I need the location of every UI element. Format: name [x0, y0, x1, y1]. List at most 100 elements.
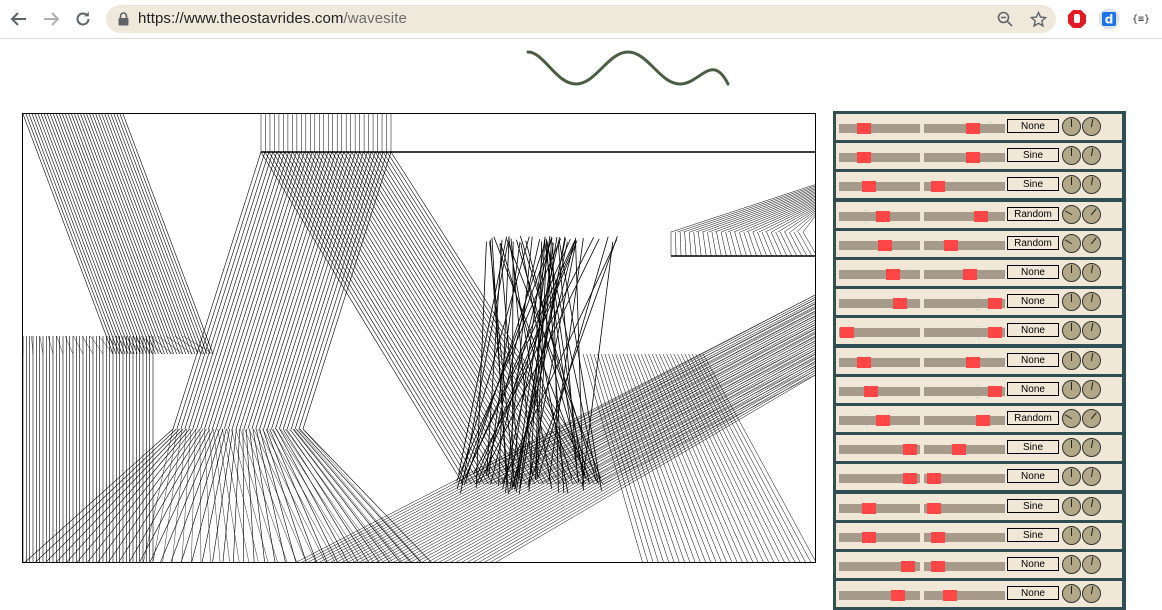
slider-thumb[interactable] [966, 152, 980, 164]
slider-thumb[interactable] [976, 415, 990, 426]
slider-amplitude[interactable] [839, 327, 920, 339]
knob-phase-icon[interactable] [1082, 233, 1101, 253]
knob-phase-icon[interactable] [1082, 350, 1101, 370]
knob-speed-icon[interactable] [1062, 175, 1081, 195]
knob-speed-icon[interactable] [1062, 146, 1081, 166]
dashlane-d-icon[interactable]: d [1098, 8, 1120, 30]
slider-thumb[interactable] [891, 590, 905, 602]
slider-amplitude[interactable] [839, 181, 920, 193]
slider-amplitude[interactable] [839, 473, 920, 485]
wave-type-button[interactable]: Random [1007, 411, 1059, 425]
knob-phase-icon[interactable] [1082, 379, 1101, 399]
slider-thumb[interactable] [931, 531, 945, 543]
slider-thumb[interactable] [862, 181, 876, 193]
slider-amplitude[interactable] [839, 415, 920, 426]
zoom-out-icon[interactable] [995, 9, 1015, 29]
wave-type-button[interactable]: None [1007, 586, 1059, 601]
slider-amplitude[interactable] [839, 239, 920, 251]
url-text[interactable]: https://www.theostavrides.com/wavesite [138, 10, 407, 27]
address-bar[interactable]: https://www.theostavrides.com/wavesite [106, 5, 1056, 33]
slider-amplitude[interactable] [839, 210, 920, 222]
slider-frequency[interactable] [924, 561, 1005, 572]
knob-speed-icon[interactable] [1062, 496, 1081, 516]
wave-type-button[interactable]: Sine [1007, 177, 1059, 192]
adblock-hand-icon[interactable] [1066, 8, 1088, 30]
knob-phase-icon[interactable] [1082, 117, 1101, 136]
wave-type-button[interactable]: None [1007, 294, 1059, 309]
back-arrow-icon[interactable] [8, 8, 30, 30]
slider-thumb[interactable] [864, 385, 878, 397]
knob-phase-icon[interactable] [1082, 525, 1101, 545]
slider-thumb[interactable] [893, 298, 907, 310]
wave-type-button[interactable]: None [1007, 323, 1059, 338]
slider-thumb[interactable] [974, 210, 988, 222]
wave-type-button[interactable]: None [1007, 381, 1059, 396]
slider-frequency[interactable] [924, 502, 1005, 514]
knob-speed-icon[interactable] [1062, 379, 1081, 399]
knob-speed-icon[interactable] [1062, 438, 1081, 458]
knob-phase-icon[interactable] [1082, 263, 1101, 282]
knob-phase-icon[interactable] [1082, 204, 1101, 224]
reload-icon[interactable] [72, 8, 94, 30]
slider-thumb[interactable] [931, 561, 945, 572]
slider-frequency[interactable] [924, 531, 1005, 543]
slider-amplitude[interactable] [839, 123, 920, 134]
slider-thumb[interactable] [857, 123, 871, 134]
slider-frequency[interactable] [924, 385, 1005, 397]
slider-frequency[interactable] [924, 210, 1005, 222]
slider-amplitude[interactable] [839, 561, 920, 572]
knob-speed-icon[interactable] [1062, 409, 1081, 428]
slider-frequency[interactable] [924, 444, 1005, 456]
wave-type-button[interactable]: None [1007, 557, 1059, 571]
slider-thumb[interactable] [862, 502, 876, 514]
json-viewer-icon[interactable]: {≡} [1130, 8, 1152, 30]
slider-thumb[interactable] [857, 356, 871, 368]
knob-phase-icon[interactable] [1082, 409, 1101, 428]
wave-type-button[interactable]: Sine [1007, 498, 1059, 513]
knob-phase-icon[interactable] [1082, 555, 1101, 574]
slider-thumb[interactable] [966, 123, 980, 134]
slider-amplitude[interactable] [839, 531, 920, 543]
slider-frequency[interactable] [924, 123, 1005, 134]
slider-thumb[interactable] [988, 298, 1002, 310]
slider-amplitude[interactable] [839, 269, 920, 280]
slider-frequency[interactable] [924, 327, 1005, 339]
wave-type-button[interactable]: Sine [1007, 440, 1059, 455]
slider-thumb[interactable] [931, 181, 945, 193]
knob-phase-icon[interactable] [1082, 438, 1101, 458]
slider-frequency[interactable] [924, 356, 1005, 368]
knob-phase-icon[interactable] [1082, 496, 1101, 516]
slider-thumb[interactable] [944, 239, 958, 251]
slider-amplitude[interactable] [839, 444, 920, 456]
slider-frequency[interactable] [924, 473, 1005, 485]
forward-arrow-icon[interactable] [40, 8, 62, 30]
slider-thumb[interactable] [903, 473, 917, 485]
slider-thumb[interactable] [988, 327, 1002, 339]
wave-type-button[interactable]: None [1007, 265, 1059, 279]
slider-thumb[interactable] [927, 473, 941, 485]
knob-phase-icon[interactable] [1082, 467, 1101, 487]
slider-frequency[interactable] [924, 298, 1005, 310]
wave-drawing-canvas[interactable] [22, 113, 816, 563]
slider-thumb[interactable] [952, 444, 966, 456]
wave-type-button[interactable]: None [1007, 352, 1059, 367]
wave-type-button[interactable]: Random [1007, 235, 1059, 250]
slider-amplitude[interactable] [839, 502, 920, 514]
knob-phase-icon[interactable] [1082, 146, 1101, 166]
slider-thumb[interactable] [901, 561, 915, 572]
wave-type-button[interactable]: Sine [1007, 148, 1059, 163]
slider-thumb[interactable] [963, 269, 977, 280]
slider-frequency[interactable] [924, 269, 1005, 280]
slider-amplitude[interactable] [839, 152, 920, 164]
slider-thumb[interactable] [988, 385, 1002, 397]
slider-frequency[interactable] [924, 415, 1005, 426]
slider-thumb[interactable] [876, 210, 890, 222]
slider-thumb[interactable] [840, 327, 854, 339]
slider-thumb[interactable] [862, 531, 876, 543]
wave-type-button[interactable]: None [1007, 469, 1059, 484]
knob-phase-icon[interactable] [1082, 584, 1101, 604]
slider-thumb[interactable] [878, 239, 892, 251]
slider-thumb[interactable] [857, 152, 871, 164]
knob-speed-icon[interactable] [1062, 350, 1081, 370]
slider-frequency[interactable] [924, 239, 1005, 251]
